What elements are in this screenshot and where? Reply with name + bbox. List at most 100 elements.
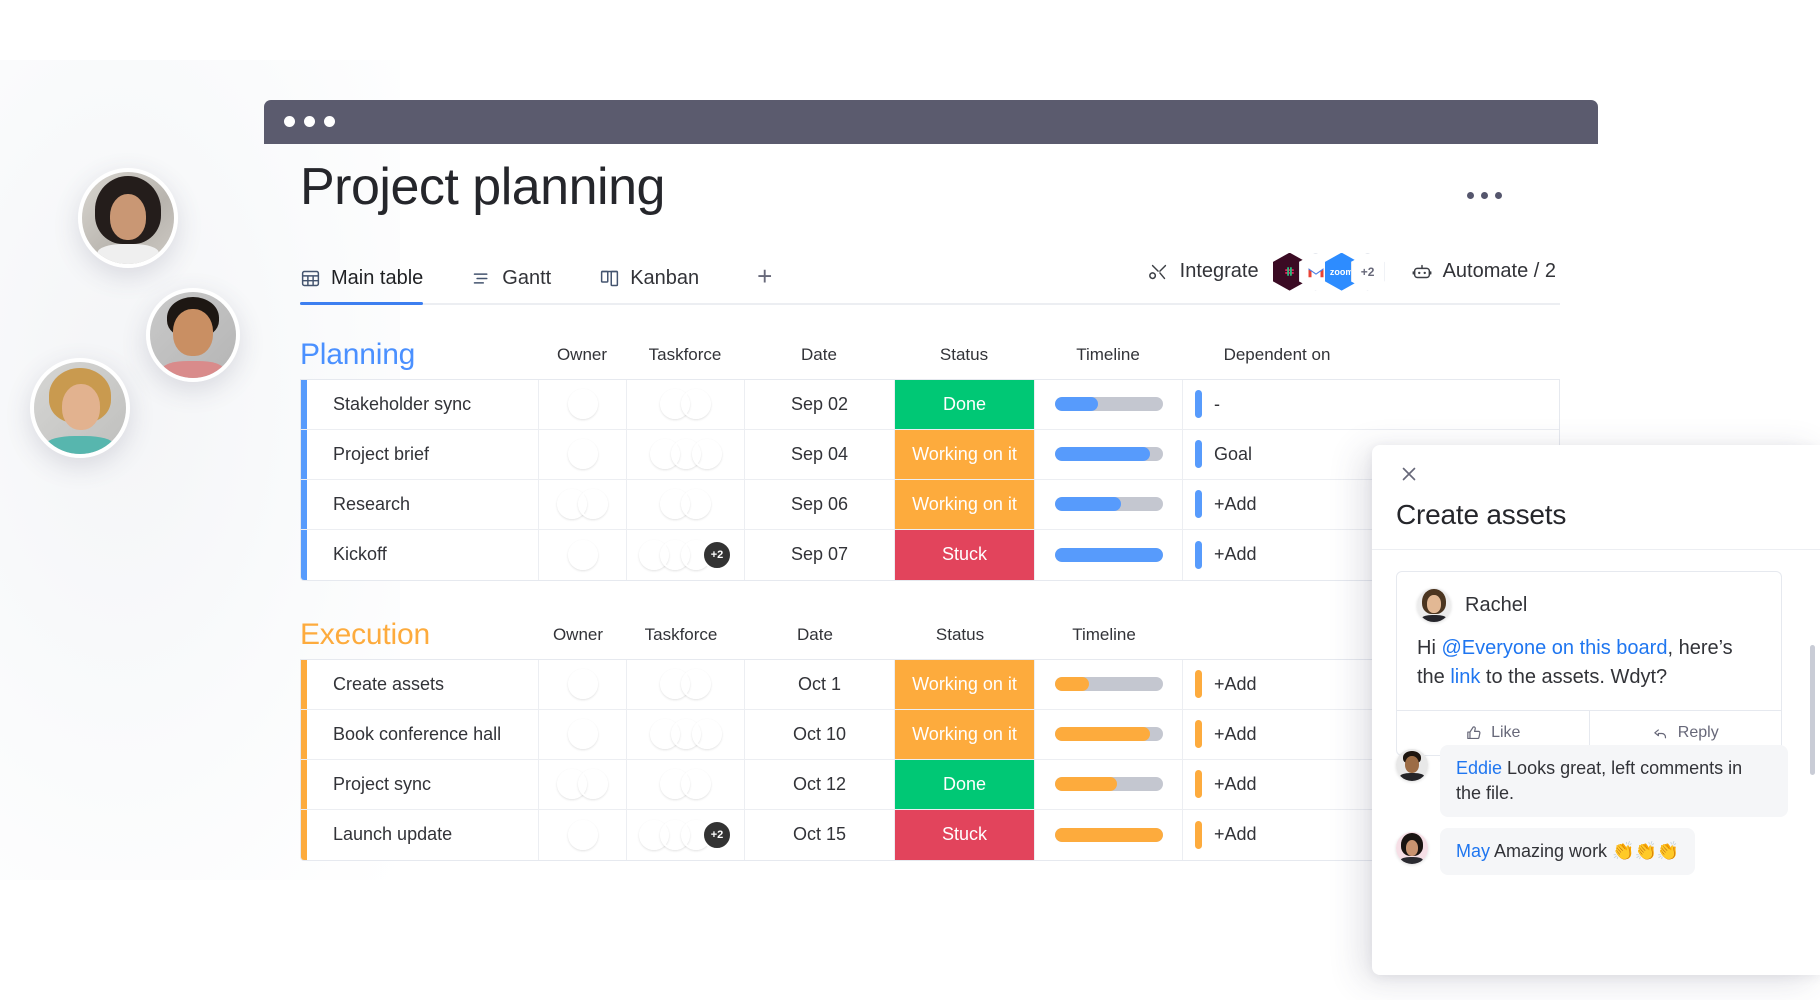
table-row[interactable]: Project brief Sep 04 Working on it Goal (301, 429, 1559, 480)
tab-kanban[interactable]: Kanban (599, 267, 699, 303)
row-dependent-on[interactable]: +Add (1183, 530, 1373, 580)
reply-item[interactable]: Eddie Looks great, left comments in the … (1396, 745, 1788, 818)
table-row[interactable]: Research Sep 06 Working on it +Add (301, 479, 1559, 530)
row-taskforce[interactable] (627, 479, 745, 529)
column-header-date[interactable]: Date (744, 345, 894, 365)
row-timeline[interactable] (1035, 529, 1183, 580)
row-date[interactable]: Oct 1 (745, 659, 895, 709)
row-taskforce[interactable] (627, 429, 745, 479)
row-dependent-on[interactable]: +Add (1183, 660, 1373, 709)
row-status[interactable]: Working on it (895, 709, 1035, 759)
row-owner[interactable] (539, 379, 627, 429)
reply-author[interactable]: May (1456, 841, 1490, 861)
row-owner[interactable] (539, 479, 627, 529)
row-owner[interactable] (539, 709, 627, 759)
comment-link[interactable]: link (1450, 666, 1480, 688)
row-status[interactable]: Done (895, 379, 1035, 429)
row-status[interactable]: Done (895, 759, 1035, 809)
row-timeline[interactable] (1035, 659, 1183, 709)
row-timeline[interactable] (1035, 759, 1183, 809)
row-timeline[interactable] (1035, 479, 1183, 529)
column-header-timeline[interactable]: Timeline (1030, 625, 1178, 645)
row-dependent-on[interactable]: +Add (1183, 810, 1373, 860)
row-date[interactable]: Oct 10 (745, 709, 895, 759)
row-date[interactable]: Oct 12 (745, 759, 895, 809)
table-row[interactable]: Create assets Oct 1 Working on it +Add (301, 659, 1559, 710)
row-date[interactable]: Oct 15 (745, 809, 895, 860)
close-icon[interactable] (1398, 463, 1420, 485)
column-header-status[interactable]: Status (890, 625, 1030, 645)
row-owner[interactable] (539, 429, 627, 479)
row-dependent-on[interactable]: +Add (1183, 710, 1373, 759)
table-row[interactable]: Kickoff +2 Sep 07 Stuck +Add (301, 529, 1559, 580)
column-header-owner[interactable]: Owner (534, 625, 622, 645)
row-date[interactable]: Sep 04 (745, 429, 895, 479)
column-header-taskforce[interactable]: Taskforce (622, 625, 740, 645)
row-timeline[interactable] (1035, 429, 1183, 479)
row-name[interactable]: Research (307, 479, 539, 529)
row-date[interactable]: Sep 02 (745, 379, 895, 429)
row-name[interactable]: Create assets (307, 659, 539, 709)
table-row[interactable]: Book conference hall Oct 10 Working on i… (301, 709, 1559, 760)
row-status[interactable]: Stuck (895, 529, 1035, 580)
row-timeline[interactable] (1035, 809, 1183, 860)
row-dependent-on[interactable]: +Add (1183, 480, 1373, 529)
row-taskforce[interactable] (627, 759, 745, 809)
row-taskforce[interactable]: +2 (627, 529, 745, 580)
reply-item[interactable]: May Amazing work 👏👏👏 (1396, 828, 1788, 876)
row-taskforce[interactable] (627, 379, 745, 429)
row-name[interactable]: Launch update (307, 809, 539, 860)
row-status[interactable]: Stuck (895, 809, 1035, 860)
window-close-dot[interactable] (284, 116, 295, 127)
automate-button[interactable]: Automate / 2 (1411, 260, 1556, 283)
column-header-dependent-on[interactable]: Dependent on (1182, 345, 1372, 365)
group-execution: Execution Owner Taskforce Date Status Ti… (300, 611, 1560, 861)
taskforce-overflow-badge[interactable]: +2 (702, 819, 732, 850)
dependency-pill (1195, 770, 1202, 799)
row-name[interactable]: Kickoff (307, 529, 539, 580)
row-name[interactable]: Project sync (307, 759, 539, 809)
integrate-button[interactable]: Integrate zoom +2 (1148, 252, 1385, 291)
row-date[interactable]: Sep 06 (745, 479, 895, 529)
row-date[interactable]: Sep 07 (745, 529, 895, 580)
window-controls[interactable] (284, 116, 335, 127)
column-header-owner[interactable]: Owner (538, 345, 626, 365)
row-owner[interactable] (539, 759, 627, 809)
row-dependent-on[interactable]: - (1183, 380, 1373, 429)
row-taskforce[interactable] (627, 709, 745, 759)
add-view-button[interactable]: + (747, 263, 782, 303)
column-header-taskforce[interactable]: Taskforce (626, 345, 744, 365)
reply-author[interactable]: Eddie (1456, 758, 1502, 778)
row-taskforce[interactable]: +2 (627, 809, 745, 860)
row-timeline[interactable] (1035, 709, 1183, 759)
column-header-timeline[interactable]: Timeline (1034, 345, 1182, 365)
window-minimize-dot[interactable] (304, 116, 315, 127)
row-owner[interactable] (539, 809, 627, 860)
row-name[interactable]: Stakeholder sync (307, 379, 539, 429)
row-dependent-on[interactable]: +Add (1183, 760, 1373, 809)
more-integrations-badge[interactable]: +2 (1350, 252, 1385, 291)
comment-mention[interactable]: @Everyone on this board (1441, 637, 1667, 659)
row-status[interactable]: Working on it (895, 479, 1035, 529)
integration-chips[interactable]: zoom +2 (1272, 252, 1385, 291)
row-owner[interactable] (539, 529, 627, 580)
row-timeline[interactable] (1035, 379, 1183, 429)
row-dependent-on[interactable]: Goal (1183, 430, 1373, 479)
column-header-status[interactable]: Status (894, 345, 1034, 365)
row-name[interactable]: Book conference hall (307, 709, 539, 759)
table-row[interactable]: Stakeholder sync Sep 02 Done - (301, 379, 1559, 430)
row-status[interactable]: Working on it (895, 429, 1035, 479)
tab-gantt[interactable]: Gantt (471, 267, 551, 303)
tab-main-table[interactable]: Main table (300, 267, 424, 305)
row-taskforce[interactable] (627, 659, 745, 709)
panel-scrollbar[interactable] (1810, 645, 1815, 775)
column-header-date[interactable]: Date (740, 625, 890, 645)
table-row[interactable]: Launch update +2 Oct 15 Stuck +Add (301, 809, 1559, 860)
row-owner[interactable] (539, 659, 627, 709)
taskforce-overflow-badge[interactable]: +2 (702, 539, 732, 570)
board-menu-button[interactable] (1461, 186, 1508, 205)
window-maximize-dot[interactable] (324, 116, 335, 127)
row-status[interactable]: Working on it (895, 659, 1035, 709)
table-row[interactable]: Project sync Oct 12 Done +Add (301, 759, 1559, 810)
row-name[interactable]: Project brief (307, 429, 539, 479)
